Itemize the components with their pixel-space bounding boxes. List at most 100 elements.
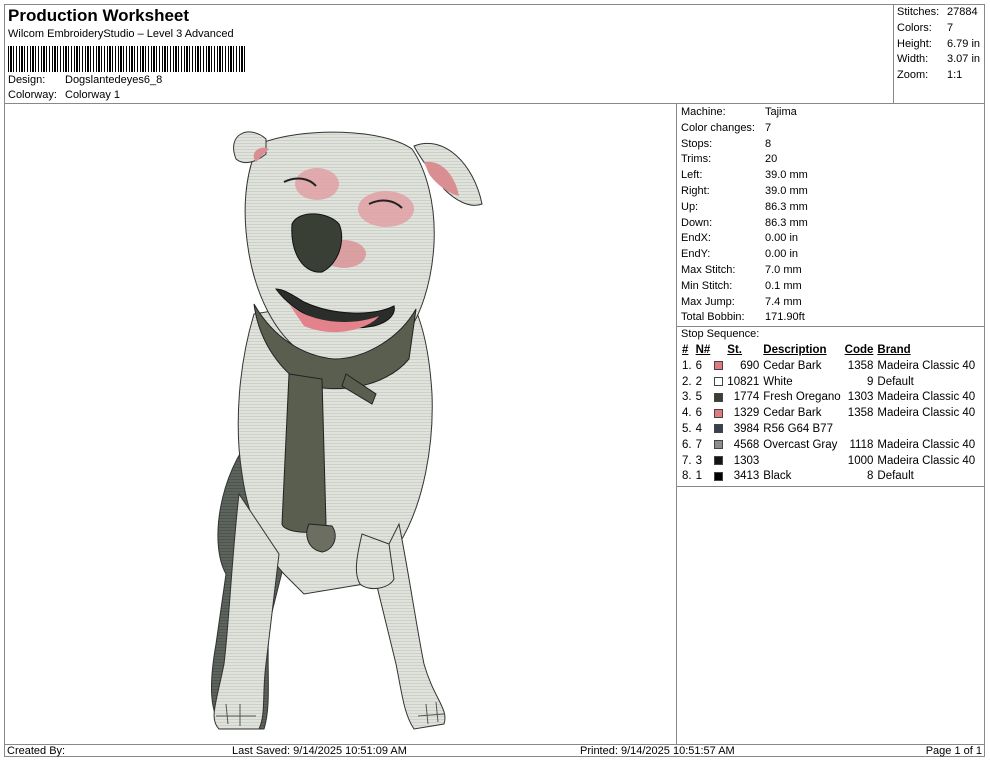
software-name: Wilcom EmbroideryStudio – Level 3 Advanc…	[8, 28, 234, 40]
row-needle: 5	[695, 391, 702, 404]
spec-label: Stops:	[681, 137, 713, 150]
row-needle: 6	[695, 407, 702, 420]
design-row: Design: Dogslantedeyes6_8	[8, 74, 162, 86]
row-code: 1358	[847, 359, 874, 372]
colorway-label: Colorway:	[8, 89, 57, 101]
row-stitches: 10821	[727, 375, 760, 388]
spec-row: Machine: Tajima	[681, 105, 985, 121]
height-label: Height:	[897, 37, 932, 50]
row-code: 9	[866, 375, 874, 388]
row-description: White	[763, 375, 793, 388]
row-code: 1358	[847, 407, 874, 420]
spec-value: 39.0 mm	[765, 184, 808, 197]
table-row: 5. 4 3984 R56 G64 B77	[680, 422, 977, 438]
spec-value: 0.00 in	[765, 232, 799, 245]
row-code	[843, 422, 876, 438]
colors-label: Colors:	[897, 21, 932, 34]
stop-sequence-title: Stop Sequence:	[681, 328, 760, 341]
row-brand: Madeira Classic 40	[877, 359, 976, 372]
color-swatch	[712, 454, 725, 470]
row-index: 6.	[682, 438, 692, 451]
row-description: Cedar Bark	[763, 407, 822, 420]
spec-row: Max Stitch: 7.0 mm	[681, 263, 985, 279]
spec-row: Color changes: 7	[681, 121, 985, 137]
row-description: R56 G64 B77	[763, 422, 833, 435]
spec-row: Right: 39.0 mm	[681, 184, 985, 200]
spec-row: EndY: 0.00 in	[681, 247, 985, 263]
row-description: Fresh Oregano	[763, 391, 841, 404]
table-row: 8. 1 3413 Black 8 Default	[680, 469, 977, 485]
spec-label: Up:	[681, 200, 699, 213]
stitches-value: 27884	[947, 6, 978, 18]
spec-label: Down:	[681, 216, 713, 229]
spec-row: EndX: 0.00 in	[681, 231, 985, 247]
row-needle: 3	[695, 454, 702, 467]
table-row: 7. 3 1303 1000 Madeira Classic 40	[680, 454, 977, 470]
spec-row: Up: 86.3 mm	[681, 200, 985, 216]
table-row: 3. 5 1774 Fresh Oregano 1303 Madeira Classic …	[680, 390, 977, 406]
color-swatch	[712, 469, 725, 485]
spec-value: 86.3 mm	[765, 216, 808, 229]
table-header-row: # N# St. Description Code Brand	[680, 343, 977, 359]
col-stitches: St.	[727, 343, 742, 356]
color-swatch	[712, 406, 725, 422]
spec-label: EndY:	[681, 248, 711, 261]
color-swatch	[712, 438, 725, 454]
color-swatch	[712, 390, 725, 406]
row-needle: 7	[695, 438, 702, 451]
spec-value: 8	[765, 137, 772, 150]
row-index: 8.	[682, 470, 692, 483]
spec-label: Max Jump:	[681, 295, 735, 308]
row-stitches: 4568	[733, 438, 760, 451]
spec-label: EndX:	[681, 232, 711, 245]
spec-label: Right:	[681, 184, 710, 197]
row-index: 1.	[682, 359, 692, 372]
spec-label: Machine:	[681, 106, 726, 118]
spec-value: 7	[765, 121, 772, 134]
design-label: Design:	[8, 74, 46, 86]
spec-row: Left: 39.0 mm	[681, 168, 985, 184]
height-value: 6.79 in	[947, 37, 981, 50]
colorway-row: Colorway: Colorway 1	[8, 89, 120, 101]
spec-row: Min Stitch: 0.1 mm	[681, 279, 985, 295]
last-saved: Last Saved: 9/14/2025 10:51:09 AM	[232, 745, 407, 757]
col-description: Description	[763, 343, 827, 356]
spec-label: Color changes:	[681, 121, 755, 134]
row-description: Overcast Gray	[763, 438, 838, 451]
row-code: 1118	[849, 438, 874, 451]
spec-row: Total Bobbin: 171.90ft	[681, 310, 985, 326]
spec-label: Min Stitch:	[681, 279, 733, 292]
worksheet-header: Production Worksheet Wilcom EmbroiderySt…	[4, 4, 894, 104]
spec-value: 20	[765, 153, 778, 166]
table-row: 6. 7 4568 Overcast Gray 1118 Madeira Classic …	[680, 438, 977, 454]
row-code: 1000	[847, 454, 874, 467]
row-needle: 6	[695, 359, 702, 372]
spec-value: 171.90ft	[765, 311, 805, 324]
barcode	[8, 46, 247, 72]
row-brand: Default	[877, 375, 914, 388]
stitches-label: Stitches:	[897, 6, 940, 18]
row-code: 1303	[847, 391, 874, 404]
color-swatch	[712, 359, 725, 375]
col-index: #	[682, 343, 689, 356]
row-index: 5.	[682, 422, 692, 435]
row-index: 2.	[682, 375, 692, 388]
row-code: 8	[866, 470, 874, 483]
spec-label: Left:	[681, 169, 703, 182]
spec-row: Stops: 8	[681, 137, 985, 153]
stop-sequence-table: # N# St. Description Code Brand 1. 6 690 Ce…	[680, 343, 977, 485]
spec-value: 7.0 mm	[765, 263, 802, 276]
col-code: Code	[844, 343, 874, 356]
zoom-label: Zoom:	[897, 69, 929, 82]
spec-value: 7.4 mm	[765, 295, 802, 308]
design-summary: Stitches: 27884 Colors: 7 Height: 6.79 in W…	[894, 4, 985, 104]
worksheet-footer: Created By: Last Saved: 9/14/2025 10:51:…	[4, 744, 985, 757]
spec-value: 0.1 mm	[765, 279, 802, 292]
table-row: 2. 2 10821 White 9 Default	[680, 375, 977, 391]
info-panel: Machine: Tajima Color changes: 7 Stops: 8 Trim…	[677, 104, 985, 744]
row-brand: Madeira Classic 40	[877, 391, 976, 404]
page-title: Production Worksheet	[8, 6, 190, 25]
width-label: Width:	[897, 53, 929, 66]
colors-value: 7	[947, 21, 954, 34]
row-stitches: 1774	[733, 391, 760, 404]
